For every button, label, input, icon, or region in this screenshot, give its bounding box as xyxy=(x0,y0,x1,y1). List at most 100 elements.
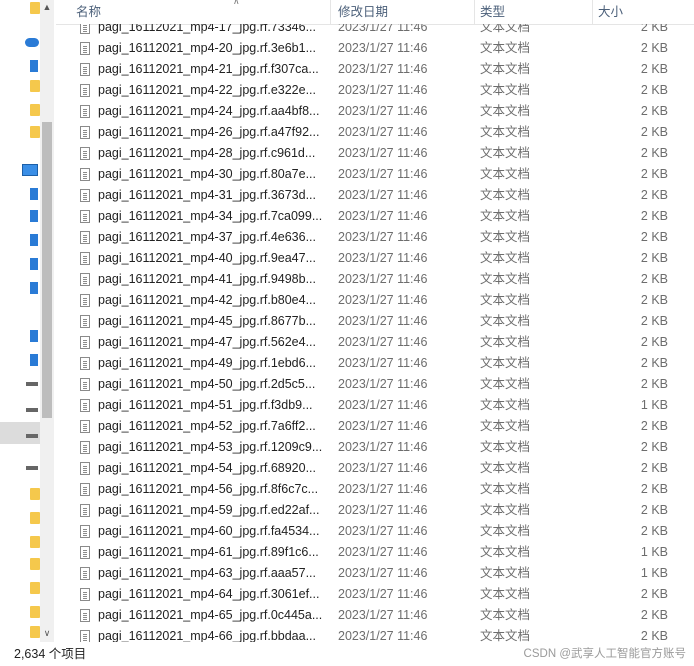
file-row[interactable]: pagi_16112021_mp4-65_jpg.rf.0c445a... 202… xyxy=(56,605,694,626)
file-row[interactable]: pagi_16112021_mp4-17_jpg.rf.73346... 202… xyxy=(56,24,694,38)
file-type: 文本文档 xyxy=(480,314,531,328)
folder-icon[interactable] xyxy=(30,104,40,116)
file-type: 文本文档 xyxy=(480,566,531,580)
folder-icon[interactable] xyxy=(30,2,40,14)
documents-icon[interactable] xyxy=(30,258,38,270)
file-row[interactable]: pagi_16112021_mp4-63_jpg.rf.aaa57... 2023… xyxy=(56,563,694,584)
chevron-down-icon[interactable]: ∨ xyxy=(40,626,54,640)
chevron-up-icon[interactable]: ▲ xyxy=(40,0,54,14)
disk-drive-icon[interactable] xyxy=(26,434,38,438)
folder-icon[interactable] xyxy=(30,606,40,618)
text-file-icon xyxy=(80,126,90,139)
file-row[interactable]: pagi_16112021_mp4-56_jpg.rf.8f6c7c... 202… xyxy=(56,479,694,500)
folder-icon[interactable] xyxy=(30,488,40,500)
folder-icon[interactable] xyxy=(30,582,40,594)
disk-drive-icon[interactable] xyxy=(26,408,38,412)
file-row[interactable]: pagi_16112021_mp4-37_jpg.rf.4e636... 2023… xyxy=(56,227,694,248)
windows-drive-icon[interactable] xyxy=(30,354,38,366)
file-date: 2023/1/27 11:46 xyxy=(338,251,428,265)
file-row[interactable]: pagi_16112021_mp4-49_jpg.rf.1ebd6... 2023… xyxy=(56,353,694,374)
this-pc-icon[interactable] xyxy=(22,164,38,176)
file-date: 2023/1/27 11:46 xyxy=(338,293,428,307)
file-size: 2 KB xyxy=(640,356,668,370)
file-row[interactable]: pagi_16112021_mp4-51_jpg.rf.f3db9... 2023… xyxy=(56,395,694,416)
file-row[interactable]: pagi_16112021_mp4-54_jpg.rf.68920... 2023… xyxy=(56,458,694,479)
nav-selected-item[interactable] xyxy=(0,422,40,444)
folder-icon[interactable] xyxy=(30,536,40,548)
file-date: 2023/1/27 11:46 xyxy=(338,188,428,202)
drive-icon[interactable] xyxy=(30,60,38,72)
file-date: 2023/1/27 11:46 xyxy=(338,377,428,391)
file-name: pagi_16112021_mp4-37_jpg.rf.4e636... xyxy=(98,230,316,244)
file-row[interactable]: pagi_16112021_mp4-52_jpg.rf.7a6ff2... 202… xyxy=(56,416,694,437)
file-row[interactable]: pagi_16112021_mp4-24_jpg.rf.aa4bf8... 202… xyxy=(56,101,694,122)
status-bar: 2,634 个项目 CSDN @武享人工智能官方账号 xyxy=(0,642,694,666)
file-type: 文本文档 xyxy=(480,167,531,181)
network-drive-icon[interactable] xyxy=(26,466,38,470)
column-header-date[interactable]: 修改日期 xyxy=(318,0,458,24)
folder-icon[interactable] xyxy=(30,126,40,138)
nav-scroll-thumb[interactable] xyxy=(42,122,52,418)
column-header-name[interactable]: 名称 xyxy=(56,0,330,24)
file-size: 2 KB xyxy=(640,41,668,55)
file-row[interactable]: pagi_16112021_mp4-61_jpg.rf.89f1c6... 202… xyxy=(56,542,694,563)
file-name: pagi_16112021_mp4-17_jpg.rf.73346... xyxy=(98,24,316,34)
file-row[interactable]: pagi_16112021_mp4-66_jpg.rf.bbdaa... 2023… xyxy=(56,626,694,642)
file-row[interactable]: pagi_16112021_mp4-41_jpg.rf.9498b... 2023… xyxy=(56,269,694,290)
text-file-icon xyxy=(80,588,90,601)
file-size: 2 KB xyxy=(640,314,668,328)
cloud-icon[interactable] xyxy=(25,38,39,47)
text-file-icon xyxy=(80,189,90,202)
file-date: 2023/1/27 11:46 xyxy=(338,314,428,328)
file-date: 2023/1/27 11:46 xyxy=(338,524,428,538)
file-row[interactable]: pagi_16112021_mp4-31_jpg.rf.3673d... 2023… xyxy=(56,185,694,206)
file-size: 2 KB xyxy=(640,293,668,307)
file-name: pagi_16112021_mp4-64_jpg.rf.3061ef... xyxy=(98,587,320,601)
file-date: 2023/1/27 11:46 xyxy=(338,545,428,559)
file-name: pagi_16112021_mp4-34_jpg.rf.7ca099... xyxy=(98,209,322,223)
column-header-type[interactable]: 类型 xyxy=(460,0,578,24)
file-type: 文本文档 xyxy=(480,629,531,642)
pictures-icon[interactable] xyxy=(30,234,38,246)
file-row[interactable]: pagi_16112021_mp4-40_jpg.rf.9ea47... 2023… xyxy=(56,248,694,269)
folder-icon[interactable] xyxy=(30,558,40,570)
downloads-icon[interactable] xyxy=(30,282,38,294)
file-row[interactable]: pagi_16112021_mp4-47_jpg.rf.562e4... 2023… xyxy=(56,332,694,353)
column-header-size[interactable]: 大小 xyxy=(578,0,678,24)
text-file-icon xyxy=(80,567,90,580)
file-row[interactable]: pagi_16112021_mp4-28_jpg.rf.c961d... 2023… xyxy=(56,143,694,164)
text-file-icon xyxy=(80,168,90,181)
file-row[interactable]: pagi_16112021_mp4-42_jpg.rf.b80e4... 2023… xyxy=(56,290,694,311)
file-size: 2 KB xyxy=(640,461,668,475)
file-row[interactable]: pagi_16112021_mp4-30_jpg.rf.80a7e... 2023… xyxy=(56,164,694,185)
folder-icon[interactable] xyxy=(30,512,40,524)
desktop-icon[interactable] xyxy=(30,330,38,342)
file-row[interactable]: pagi_16112021_mp4-45_jpg.rf.8677b... 2023… xyxy=(56,311,694,332)
text-file-icon xyxy=(80,336,90,349)
folder-icon[interactable] xyxy=(30,626,40,638)
file-name: pagi_16112021_mp4-31_jpg.rf.3673d... xyxy=(98,188,316,202)
file-row[interactable]: pagi_16112021_mp4-53_jpg.rf.1209c9... 202… xyxy=(56,437,694,458)
file-row[interactable]: pagi_16112021_mp4-21_jpg.rf.f307ca... 202… xyxy=(56,59,694,80)
file-row[interactable]: pagi_16112021_mp4-50_jpg.rf.2d5c5... 2023… xyxy=(56,374,694,395)
file-row[interactable]: pagi_16112021_mp4-20_jpg.rf.3e6b1... 2023… xyxy=(56,38,694,59)
file-date: 2023/1/27 11:46 xyxy=(338,272,428,286)
file-row[interactable]: pagi_16112021_mp4-34_jpg.rf.7ca099... 202… xyxy=(56,206,694,227)
file-type: 文本文档 xyxy=(480,482,531,496)
objects-icon[interactable] xyxy=(30,188,38,200)
file-name: pagi_16112021_mp4-22_jpg.rf.e322e... xyxy=(98,83,316,97)
file-row[interactable]: pagi_16112021_mp4-59_jpg.rf.ed22af... 202… xyxy=(56,500,694,521)
file-type: 文本文档 xyxy=(480,440,531,454)
nav-scrollbar[interactable]: ▲ ∨ xyxy=(40,0,54,642)
file-row[interactable]: pagi_16112021_mp4-64_jpg.rf.3061ef... 202… xyxy=(56,584,694,605)
file-row[interactable]: pagi_16112021_mp4-22_jpg.rf.e322e... 2023… xyxy=(56,80,694,101)
file-date: 2023/1/27 11:46 xyxy=(338,419,428,433)
file-row[interactable]: pagi_16112021_mp4-60_jpg.rf.fa4534... 202… xyxy=(56,521,694,542)
disk-drive-icon[interactable] xyxy=(26,382,38,386)
video-icon[interactable] xyxy=(30,210,38,222)
text-file-icon xyxy=(80,315,90,328)
file-row[interactable]: pagi_16112021_mp4-26_jpg.rf.a47f92... 202… xyxy=(56,122,694,143)
text-file-icon xyxy=(80,357,90,370)
file-name: pagi_16112021_mp4-45_jpg.rf.8677b... xyxy=(98,314,316,328)
folder-icon[interactable] xyxy=(30,80,40,92)
